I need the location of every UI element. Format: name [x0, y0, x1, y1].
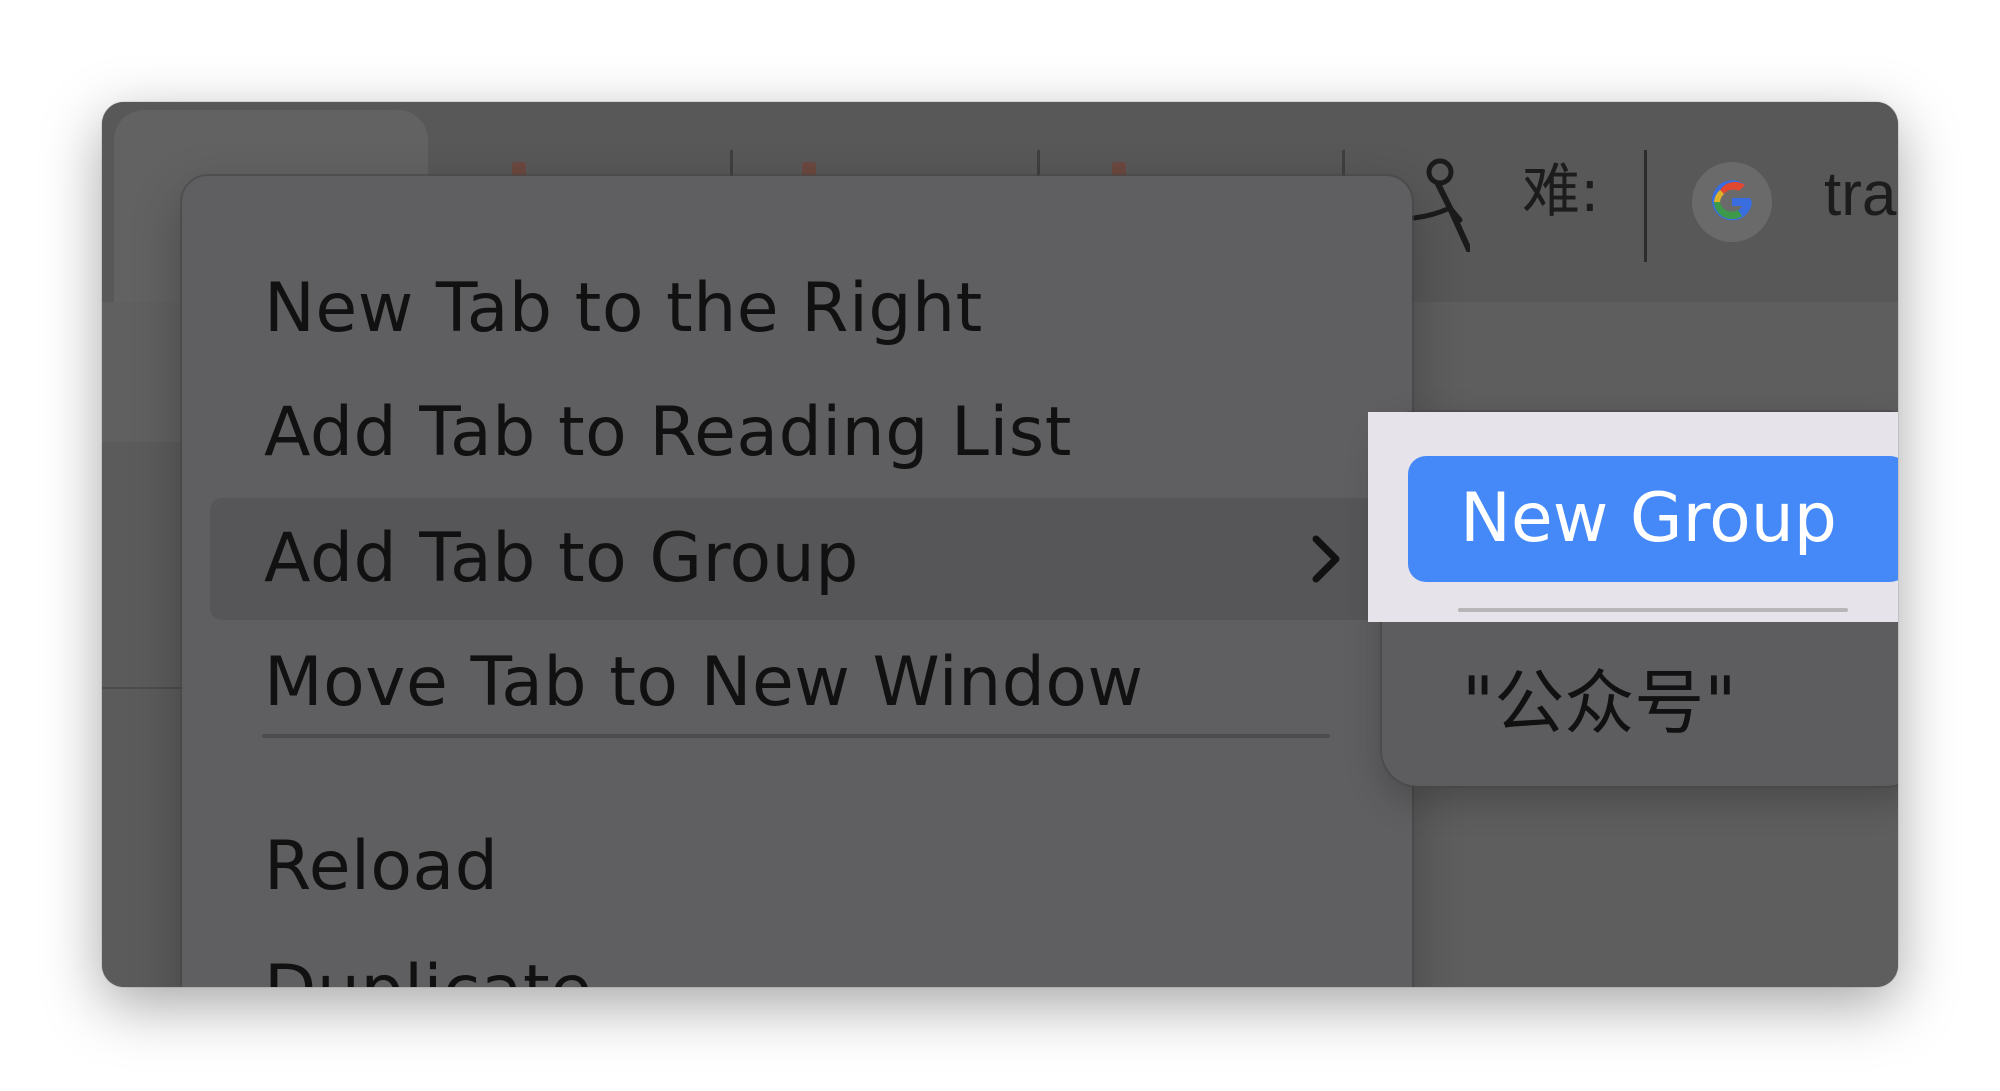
- browser-window: 难: tra New Tab to the Right Add Tab to R…: [102, 102, 1898, 987]
- menu-item-add-reading-list[interactable]: Add Tab to Reading List: [210, 372, 1380, 494]
- tab-title[interactable]: 难:: [1522, 162, 1600, 220]
- menu-item-label: Reload: [264, 827, 499, 906]
- figure-icon: [1411, 158, 1470, 252]
- menu-item-label: Add Tab to Reading List: [264, 393, 1072, 472]
- new-group-label: New Group: [1460, 479, 1837, 558]
- menu-item-add-to-group[interactable]: Add Tab to Group: [210, 498, 1380, 620]
- content-divider: [102, 687, 182, 689]
- submenu-separator: [1458, 608, 1848, 612]
- google-icon: [1692, 162, 1772, 242]
- tab-title[interactable]: tra: [1824, 164, 1896, 226]
- tab-separator: [1644, 150, 1647, 262]
- chevron-right-icon: [1312, 535, 1340, 583]
- menu-item-label: Add Tab to Group: [264, 519, 859, 598]
- screenshot-stage: 难: tra New Tab to the Right Add Tab to R…: [0, 0, 2000, 1091]
- menu-item-new-tab-right[interactable]: New Tab to the Right: [210, 248, 1380, 370]
- menu-item-reload[interactable]: Reload: [210, 806, 1380, 928]
- tab-context-menu: New Tab to the Right Add Tab to Reading …: [182, 176, 1412, 987]
- menu-item-move-new-window[interactable]: Move Tab to New Window: [210, 622, 1380, 744]
- menu-item-label: New Tab to the Right: [264, 269, 983, 348]
- menu-item-label: Duplicate: [264, 957, 592, 988]
- new-group-button[interactable]: New Group: [1408, 456, 1898, 582]
- submenu-item-group[interactable]: "公众号": [1462, 668, 1736, 738]
- menu-item-label: Move Tab to New Window: [264, 643, 1144, 722]
- menu-item-duplicate[interactable]: Duplicate: [210, 930, 1380, 988]
- menu-separator: [262, 734, 1330, 738]
